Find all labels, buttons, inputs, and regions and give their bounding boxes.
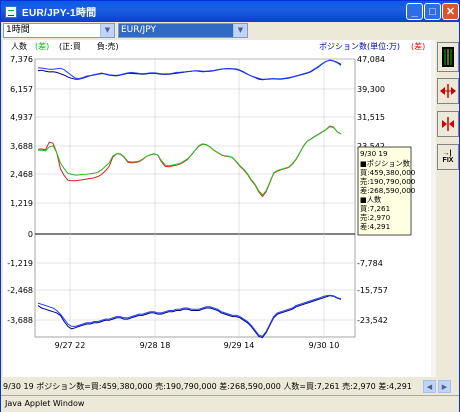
- left-axis-ticks: 7,376 6,157 4,937 3,688 2,468 1,219 0 -1,219 -2,…: [7, 55, 33, 325]
- series-line: [37, 295, 342, 339]
- expand-horizontal-icon: [440, 84, 456, 98]
- right-tick-label: -23,542: [357, 316, 388, 325]
- applet-footer: Java Applet Window: [1, 395, 459, 412]
- legend-left-title: 人数: [11, 41, 27, 51]
- chart-grid: [34, 58, 356, 338]
- left-tick-label: 1,219: [10, 199, 33, 208]
- chart-series: [37, 59, 342, 339]
- fix-icon: →| FIX: [442, 150, 454, 164]
- left-tick-label: -1,219: [7, 259, 33, 268]
- candle-chart-icon: [442, 47, 454, 67]
- left-tick-label: -3,688: [7, 316, 33, 325]
- scroll-right-icon[interactable]: ▶: [438, 380, 451, 393]
- left-tick-label: -2,468: [7, 286, 33, 295]
- tooltip-ppl-buy: 買:7,261: [360, 204, 390, 213]
- legend-left-diff: (差): [35, 41, 49, 51]
- status-line: 9/30 19 ポジション数=買:459,380,000 売:190,790,0…: [3, 382, 412, 391]
- period-select-value: 1時間: [6, 25, 30, 35]
- applet-window: EUR/JPY-1時間 _ □ ✕ 1時間 ▼ EUR/JPY ▼ 人数 (差)…: [0, 0, 460, 412]
- toolbar: 1時間 ▼ EUR/JPY ▼: [3, 23, 248, 39]
- tooltip-ppl-header: ■人数: [360, 195, 381, 204]
- fix-button[interactable]: →| FIX: [437, 144, 459, 170]
- tooltip-ppl-diff: 差:4,291: [360, 222, 390, 231]
- x-tick-label: 9/29 14: [224, 341, 255, 350]
- title-bar[interactable]: EUR/JPY-1時間 _ □ ✕: [1, 1, 459, 22]
- pair-select[interactable]: EUR/JPY ▼: [118, 23, 248, 38]
- right-tick-label: -15,757: [357, 286, 388, 295]
- zoom-in-button[interactable]: [437, 111, 459, 137]
- right-tick-label: 47,084: [357, 55, 385, 64]
- x-tick-label: 9/30 10: [309, 341, 340, 350]
- right-tick-label: 39,300: [357, 85, 385, 94]
- x-tick-label: 9/27 22: [55, 341, 86, 350]
- tooltip-date: 9/30 19: [360, 149, 388, 158]
- x-axis-ticks: 9/27 22 9/28 18 9/29 14 9/30 10: [55, 341, 340, 350]
- right-tick-label: 31,515: [357, 113, 385, 122]
- legend-right-diff: (差): [411, 41, 425, 51]
- chart-area[interactable]: 人数 (差) (正:買 負:売) ポジション数(単位:万) (差) 7,376 6…: [3, 40, 431, 377]
- pair-select-value: EUR/JPY: [121, 25, 156, 35]
- tooltip-pos-buy: 買:459,380,000: [360, 168, 416, 177]
- position-chart[interactable]: 人数 (差) (正:買 負:売) ポジション数(単位:万) (差) 7,376 6…: [3, 40, 431, 377]
- maximize-button[interactable]: □: [424, 3, 441, 20]
- x-tick-label: 9/28 18: [140, 341, 171, 350]
- left-tick-label: 2,468: [10, 170, 33, 179]
- tooltip-pos-sell: 売:190,790,000: [360, 177, 416, 186]
- series-line: [37, 125, 342, 198]
- right-tick-label: -7,784: [357, 259, 383, 268]
- tooltip-pos-diff: 差:268,590,000: [360, 186, 416, 195]
- tooltip-ppl-sell: 売:2,970: [360, 213, 391, 222]
- app-icon: [5, 5, 17, 18]
- period-select[interactable]: 1時間 ▼: [3, 23, 115, 38]
- chart-type-button[interactable]: [437, 42, 459, 72]
- minimize-button[interactable]: _: [406, 3, 423, 20]
- series-line: [37, 294, 342, 337]
- left-tick-label: 7,376: [10, 55, 33, 64]
- close-button[interactable]: ✕: [442, 3, 459, 20]
- data-tooltip: 9/30 19 ■ポジション数 買:459,380,000 売:190,790,…: [357, 146, 416, 236]
- left-tick-label: 3,688: [10, 142, 33, 151]
- left-tick-label: 0: [28, 230, 33, 239]
- zoom-out-button[interactable]: [437, 78, 459, 104]
- vertical-scrollbar[interactable]: [431, 40, 436, 377]
- left-tick-label: 4,937: [10, 113, 33, 122]
- tooltip-pos-header: ■ポジション数: [360, 159, 410, 168]
- scroll-left-icon[interactable]: ◀: [423, 380, 436, 393]
- legend-sign-note: (正:買 負:売): [59, 41, 119, 51]
- plot-frame: [34, 58, 356, 338]
- left-tick-label: 6,157: [10, 85, 33, 94]
- chevron-down-icon[interactable]: ▼: [233, 24, 247, 37]
- window-title: EUR/JPY-1時間: [22, 8, 97, 19]
- horizontal-scroll[interactable]: ◀ ▶: [423, 380, 459, 394]
- compress-horizontal-icon: [442, 117, 454, 131]
- series-line: [37, 59, 342, 80]
- chevron-down-icon[interactable]: ▼: [100, 24, 114, 37]
- legend-right-title: ポジション数(単位:万): [319, 41, 400, 51]
